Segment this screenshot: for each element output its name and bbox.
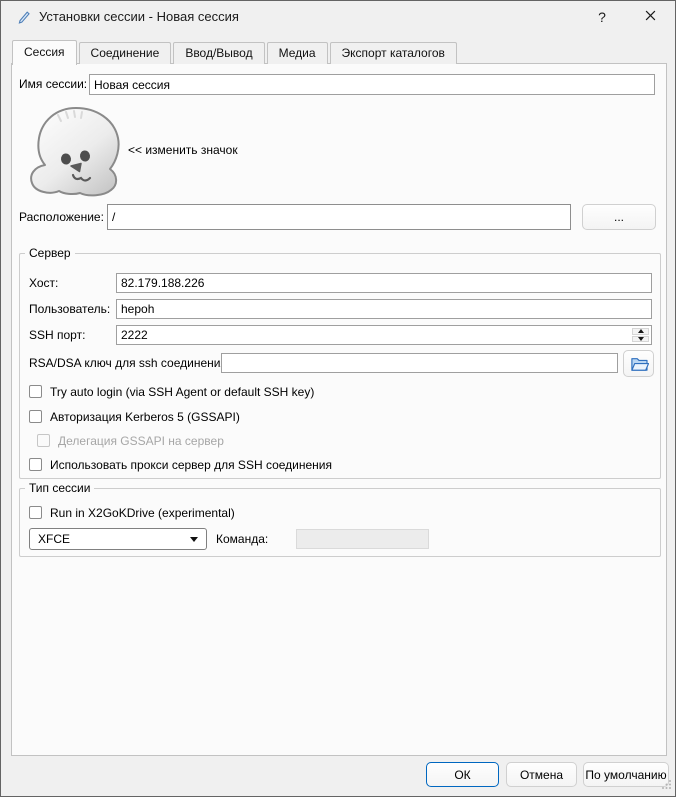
kerberos-checkbox-row[interactable]: Авторизация Kerberos 5 (GSSAPI) xyxy=(29,409,240,424)
autologin-checkbox-row[interactable]: Try auto login (via SSH Agent or default… xyxy=(29,384,314,399)
desktop-environment-value: XFCE xyxy=(38,532,70,546)
ssh-proxy-checkbox-row[interactable]: Использовать прокси сервер для SSH соеди… xyxy=(29,457,332,472)
help-button[interactable]: ? xyxy=(580,2,624,32)
session-path-label: Расположение: xyxy=(19,204,104,230)
open-folder-icon xyxy=(629,356,649,370)
gssapi-delegation-checkbox-row: Делегация GSSAPI на сервер xyxy=(37,433,224,448)
tab-connection[interactable]: Соединение xyxy=(79,42,172,64)
kdrive-checkbox-row[interactable]: Run in X2GoKDrive (experimental) xyxy=(29,505,235,520)
window-title: Установки сессии - Новая сессия xyxy=(39,1,239,32)
arrow-up-icon xyxy=(638,329,644,333)
titlebar[interactable]: Установки сессии - Новая сессия ? xyxy=(1,1,675,33)
pencil-edit-icon xyxy=(17,10,31,24)
ssh-proxy-checkbox-label: Использовать прокси сервер для SSH соеди… xyxy=(50,458,332,472)
server-group-title: Сервер xyxy=(25,246,75,260)
kdrive-checkbox[interactable] xyxy=(29,506,42,519)
close-button[interactable] xyxy=(628,2,672,32)
command-label: Команда: xyxy=(216,528,268,550)
ssh-port-label: SSH порт: xyxy=(29,325,85,345)
close-icon xyxy=(645,10,656,24)
gssapi-delegation-checkbox-label: Делегация GSSAPI на сервер xyxy=(58,434,224,448)
browse-path-button[interactable]: ... xyxy=(582,204,656,230)
defaults-button[interactable]: По умолчанию xyxy=(583,762,669,787)
session-path-input[interactable] xyxy=(107,204,571,230)
ssh-key-input[interactable] xyxy=(221,353,618,373)
ssh-port-value: 2222 xyxy=(121,328,148,342)
session-name-input[interactable] xyxy=(89,74,655,95)
spin-up-button[interactable] xyxy=(632,328,649,335)
resize-grip-icon[interactable] xyxy=(661,779,672,793)
desktop-environment-select[interactable]: XFCE xyxy=(29,528,207,550)
kerberos-checkbox[interactable] xyxy=(29,410,42,423)
host-input[interactable] xyxy=(116,273,652,293)
x2go-seal-icon[interactable] xyxy=(26,103,126,202)
tab-session[interactable]: Сессия xyxy=(12,40,77,65)
session-type-group-title: Тип сессии xyxy=(25,481,94,495)
command-input xyxy=(296,529,429,549)
user-label: Пользователь: xyxy=(29,299,110,319)
change-icon-hint: << изменить значок xyxy=(128,143,238,157)
user-input[interactable] xyxy=(116,299,652,319)
autologin-checkbox[interactable] xyxy=(29,385,42,398)
ssh-key-browse-button[interactable] xyxy=(623,350,654,377)
ok-button[interactable]: ОК xyxy=(426,762,499,787)
tab-shared-folders[interactable]: Экспорт каталогов xyxy=(330,42,457,64)
gssapi-delegation-checkbox xyxy=(37,434,50,447)
spin-down-button[interactable] xyxy=(632,336,649,343)
ssh-key-label: RSA/DSA ключ для ssh соединения: xyxy=(29,353,230,373)
kerberos-checkbox-label: Авторизация Kerberos 5 (GSSAPI) xyxy=(50,410,240,424)
chevron-down-icon xyxy=(190,537,198,542)
host-label: Хост: xyxy=(29,273,58,293)
session-preferences-dialog: Установки сессии - Новая сессия ? Сессия… xyxy=(0,0,676,797)
tab-bar: Сессия Соединение Ввод/Вывод Медиа Экспо… xyxy=(12,40,459,64)
tab-input-output[interactable]: Ввод/Вывод xyxy=(173,42,264,64)
tab-media[interactable]: Медиа xyxy=(267,42,328,64)
ssh-port-stepper[interactable]: 2222 xyxy=(116,325,652,345)
kdrive-checkbox-label: Run in X2GoKDrive (experimental) xyxy=(50,506,235,520)
session-name-label: Имя сессии: xyxy=(19,74,87,95)
spin-buttons xyxy=(632,328,649,342)
cancel-button[interactable]: Отмена xyxy=(506,762,577,787)
autologin-checkbox-label: Try auto login (via SSH Agent or default… xyxy=(50,385,314,399)
ssh-proxy-checkbox[interactable] xyxy=(29,458,42,471)
arrow-down-icon xyxy=(638,337,644,341)
